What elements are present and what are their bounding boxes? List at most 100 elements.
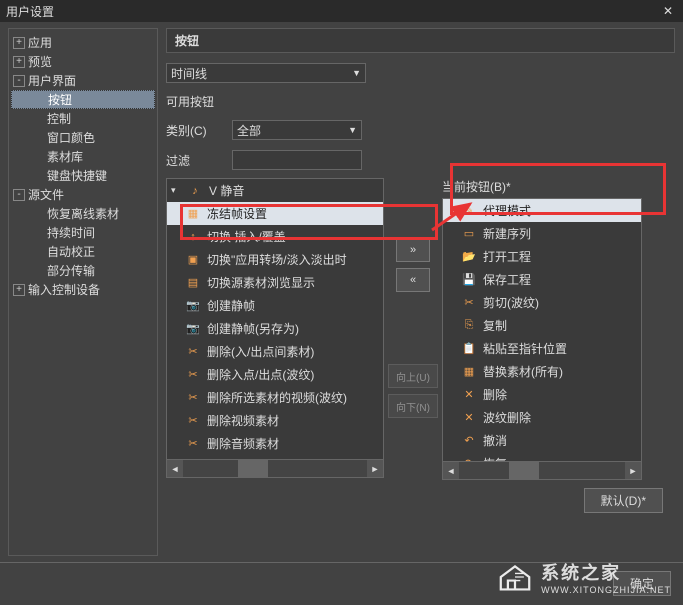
list-item[interactable]: ▭ 新建序列 (443, 222, 641, 245)
list-item[interactable]: ✂剪切(波纹) (443, 291, 641, 314)
tree-item[interactable]: +输入控制设备 (11, 280, 155, 299)
tree-item[interactable]: -用户界面 (11, 71, 155, 90)
list-item[interactable]: 📂打开工程 (443, 245, 641, 268)
tree-item[interactable]: 素材库 (11, 147, 155, 166)
h-scrollbar[interactable]: ◄► (167, 459, 383, 477)
item-label: 切换 插入/覆盖 (207, 228, 286, 245)
h-scrollbar[interactable]: ◄► (443, 461, 641, 479)
remove-button[interactable]: « (396, 268, 430, 292)
item-label: 创建静帧(另存为) (207, 320, 299, 337)
item-icon: ✂ (185, 345, 201, 359)
default-button[interactable]: 默认(D)* (584, 488, 663, 513)
tree-item[interactable]: 控制 (11, 109, 155, 128)
filter-input[interactable] (232, 150, 362, 170)
item-label: 删除入点/出点(波纹) (207, 366, 314, 383)
item-label: 创建静帧 (207, 297, 255, 314)
tree-label: 部分传输 (47, 262, 95, 279)
item-icon: ✕ (461, 411, 477, 425)
list-item[interactable]: ✂删除(入/出点间素材) (167, 340, 383, 363)
item-label: 删除视频素材 (207, 412, 279, 429)
list-item[interactable]: ▦ 冻结帧设置 (167, 202, 383, 225)
dropdown-timeline[interactable]: 时间线 ▼ (166, 63, 366, 83)
watermark-url: WWW.XITONGZHIJIA.NET (541, 585, 671, 595)
chevron-down-icon: ▼ (352, 68, 361, 78)
list-item[interactable]: ✂删除视频素材 (167, 409, 383, 432)
current-buttons-label: 当前按钮(B)* (442, 178, 642, 198)
item-label: 代理模式 (483, 202, 531, 219)
list-item[interactable]: 📷 创建静帧 (167, 294, 383, 317)
item-icon: ▣ (185, 253, 201, 267)
list-item[interactable]: ↶撤消 (443, 429, 641, 452)
tree-label: 用户界面 (28, 72, 76, 89)
item-icon: 📷 (185, 299, 201, 313)
add-button[interactable]: » (396, 238, 430, 262)
item-icon: ✂ (185, 368, 201, 382)
tree-label: 输入控制设备 (28, 281, 100, 298)
item-icon: ✂ (185, 437, 201, 451)
select-value: 全部 (237, 122, 261, 139)
list-item[interactable]: ✕删除 (443, 383, 641, 406)
collapse-icon[interactable]: - (13, 75, 25, 87)
item-label: 波纹删除 (483, 409, 531, 426)
item-icon: ▭ (461, 227, 477, 241)
tree-item[interactable]: 自动校正 (11, 242, 155, 261)
category-label: 类别(C) (166, 122, 226, 139)
expand-icon[interactable]: + (13, 37, 25, 49)
list-item[interactable]: ✂ 删除音频素材 (167, 432, 383, 455)
item-icon: ▦ (185, 207, 201, 221)
tree-item[interactable]: +预览 (11, 52, 155, 71)
list-item[interactable]: 💾 保存工程 (443, 268, 641, 291)
item-icon: ▦ (461, 365, 477, 379)
item-label: 删除音频素材 (207, 435, 279, 452)
move-down-button[interactable]: 向下(N) (388, 394, 438, 418)
list-item[interactable]: ⎘复制 (443, 314, 641, 337)
item-icon: ↶ (461, 434, 477, 448)
tree-item[interactable]: 部分传输 (11, 261, 155, 280)
tree-item[interactable]: 持续时间 (11, 223, 155, 242)
tree-item-selected[interactable]: 按钮 (11, 90, 155, 109)
tree-item[interactable]: 窗口颜色 (11, 128, 155, 147)
available-label: 可用按钮 (166, 93, 214, 110)
item-label: 切换"应用转场/淡入淡出时 (207, 251, 347, 268)
item-label: 复制 (483, 317, 507, 334)
list-item[interactable]: ▣ 切换"应用转场/淡入淡出时 (167, 248, 383, 271)
item-label: 打开工程 (483, 248, 531, 265)
item-label: 保存工程 (483, 271, 531, 288)
list-item[interactable]: ↷恢复 (443, 452, 641, 461)
tree-item[interactable]: 键盘快捷键 (11, 166, 155, 185)
filter-label: 过滤 (166, 152, 226, 169)
list-item[interactable]: ✕ 波纹删除 (443, 406, 641, 429)
tree-item[interactable]: 恢复离线素材 (11, 204, 155, 223)
list-item[interactable]: ↕切换 插入/覆盖 (167, 225, 383, 248)
item-icon: 💾 (461, 273, 477, 287)
list-item[interactable]: ▤切换源素材浏览显示 (167, 271, 383, 294)
item-label: 恢复 (483, 455, 507, 461)
tree-label: 控制 (47, 110, 71, 127)
list-item[interactable]: ✂ 删除入点/出点(波纹) (167, 363, 383, 386)
list-item[interactable]: ▾♪V 静音 (167, 179, 383, 202)
list-item[interactable]: 📷 创建静帧(另存为) (167, 317, 383, 340)
nav-tree: +应用 +预览 -用户界面 按钮 控制 窗口颜色 素材库 键盘快捷键 -源文件 … (8, 28, 158, 556)
item-icon: ▤ (185, 276, 201, 290)
item-label: 删除 (483, 386, 507, 403)
tree-label: 源文件 (28, 186, 64, 203)
list-item[interactable]: ▦ 替换素材(所有) (443, 360, 641, 383)
tree-item[interactable]: +应用 (11, 33, 155, 52)
collapse-icon[interactable]: ▾ (171, 185, 181, 196)
item-label: 冻结帧设置 (207, 205, 267, 222)
list-item[interactable]: ✎代理模式 (443, 199, 641, 222)
list-item[interactable]: 📋粘贴至指针位置 (443, 337, 641, 360)
category-select[interactable]: 全部 ▼ (232, 120, 362, 140)
move-up-button[interactable]: 向上(U) (388, 364, 438, 388)
close-icon[interactable]: ✕ (659, 3, 677, 19)
expand-icon[interactable]: + (13, 284, 25, 296)
item-label: 新建序列 (483, 225, 531, 242)
collapse-icon[interactable]: - (13, 189, 25, 201)
watermark: 系统之家 WWW.XITONGZHIJIA.NET (497, 559, 671, 595)
item-label: 替换素材(所有) (483, 363, 563, 380)
list-item[interactable]: ✂删除所选素材的视频(波纹) (167, 386, 383, 409)
item-icon: 📷 (185, 322, 201, 336)
available-list: ▾♪V 静音 ▦ 冻结帧设置 ↕切换 插入/覆盖 ▣ 切换"应用转场/淡入淡出时 ▤切换源素… (166, 178, 384, 478)
expand-icon[interactable]: + (13, 56, 25, 68)
tree-item[interactable]: -源文件 (11, 185, 155, 204)
